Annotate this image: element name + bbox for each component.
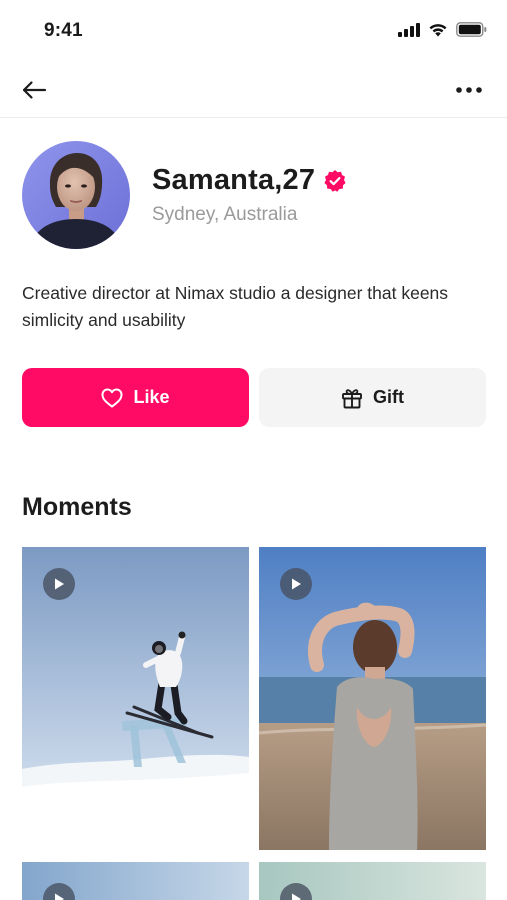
status-icons — [398, 22, 487, 37]
gift-button-label: Gift — [373, 387, 404, 407]
profile-name: Samanta,27 — [152, 164, 316, 196]
arrow-left-icon — [22, 81, 47, 99]
moments-title: Moments — [22, 493, 132, 521]
moment-item[interactable] — [22, 862, 249, 900]
battery-icon — [456, 22, 487, 37]
like-button[interactable]: Like — [22, 368, 249, 427]
avatar-photo — [22, 141, 130, 249]
play-icon — [43, 568, 75, 600]
wifi-icon — [429, 24, 447, 37]
moment-item[interactable] — [259, 547, 486, 850]
status-time: 9:41 — [44, 20, 83, 41]
nav-bar — [0, 62, 507, 118]
back-button[interactable] — [18, 76, 50, 104]
moment-item[interactable] — [22, 547, 249, 850]
status-bar: 9:41 — [0, 0, 507, 62]
verified-badge-icon — [324, 169, 346, 192]
profile-location: Sydney, Australia — [152, 204, 298, 225]
gift-button[interactable]: Gift — [259, 368, 486, 427]
heart-icon — [101, 388, 123, 407]
name-row: Samanta,27 — [152, 164, 347, 197]
signal-icon — [398, 22, 420, 37]
profile-bio: Creative director at Nimax studio a desi… — [22, 283, 449, 330]
moment-item[interactable] — [259, 862, 486, 900]
avatar[interactable] — [22, 141, 130, 249]
play-icon — [280, 568, 312, 600]
more-options-button[interactable] — [453, 76, 485, 104]
gift-icon — [342, 388, 362, 408]
like-button-label: Like — [133, 387, 170, 407]
more-horizontal-icon — [456, 87, 482, 93]
